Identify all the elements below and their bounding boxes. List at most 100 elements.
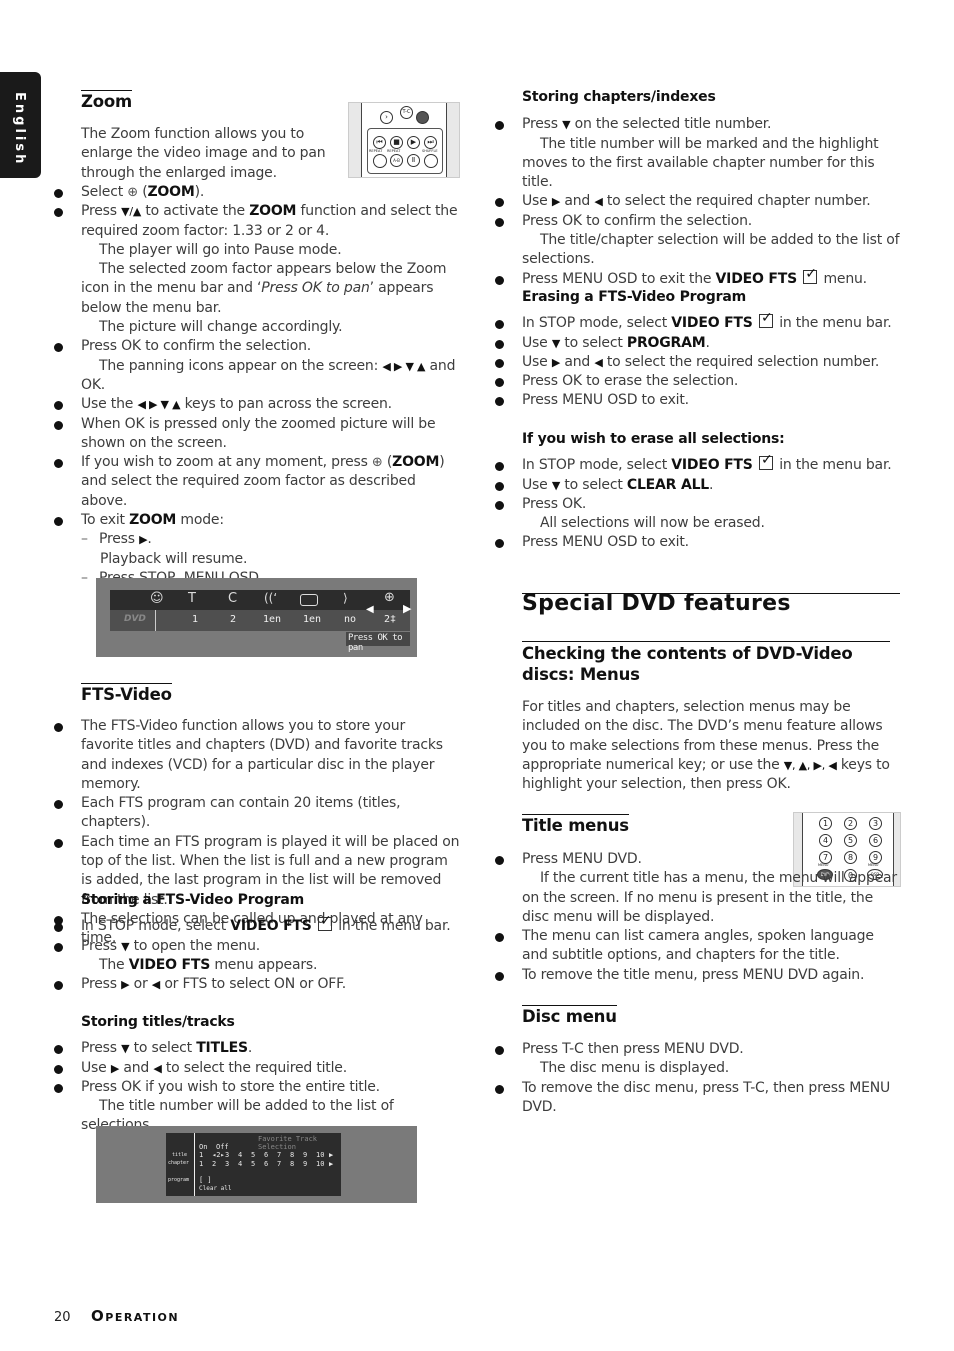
fts-row-label-program: program	[168, 1177, 190, 1183]
storing-chapters-heading: Storing chapters/indexes	[522, 89, 716, 105]
storing-program-section: Storing a FTS-Video Program In STOP mode…	[54, 891, 461, 994]
fts-chapter-number[interactable]: 3	[225, 1160, 229, 1168]
list-item: Press MENU DVD.	[495, 850, 902, 869]
fts-chapter-number[interactable]: 8	[290, 1160, 294, 1168]
list-item: If you wish to zoom at any moment, press…	[54, 453, 461, 511]
skip-icon: ⏭	[424, 136, 437, 149]
osd-value-chapter: 2	[230, 614, 237, 625]
fts-chapter-number[interactable]: 1	[199, 1160, 203, 1168]
list-item: In STOP mode, select VIDEO FTS in the me…	[495, 309, 902, 333]
list-item: The menu can list camera angles, spoken …	[495, 927, 902, 966]
note: The title/chapter selection will be adde…	[522, 232, 900, 268]
tc-button-icon: T-C	[400, 106, 413, 119]
zoom-heading: Zoom	[81, 90, 133, 111]
list-item: Press MENU OSD to exit the VIDEO FTS men…	[495, 265, 902, 289]
fts-chapter-number[interactable]: 4	[238, 1160, 242, 1168]
zoom-steps: Select ⊕ (ZOOM). Press ▼/▲ to activate t…	[54, 183, 461, 589]
fts-section: FTS-Video	[81, 683, 461, 704]
list-item: Use ▶ and ◀ to select the required title…	[54, 1059, 461, 1078]
language-tab: English	[0, 72, 41, 178]
note: The player will go into Pause mode.	[99, 241, 342, 258]
fts-title-number[interactable]: 3	[225, 1151, 229, 1159]
note: The disc menu is displayed.	[540, 1060, 730, 1077]
fts-title-row: 1 ◂2▸ 3 4 5 6 7 8 9 10 ▶	[199, 1151, 339, 1159]
digit-key-4: 4	[819, 834, 832, 847]
osd-hint: Press OK to pan	[348, 633, 403, 653]
storing-chapters-section: Storing chapters/indexes Press ▼ on the …	[495, 88, 902, 289]
fts-title-number[interactable]: 7	[277, 1151, 281, 1159]
section-title: Special DVD features	[522, 591, 791, 616]
list-item: In STOP mode, select VIDEO FTS in the me…	[495, 451, 902, 475]
repeat-label: REPEAT	[369, 149, 383, 153]
audio-icon: ((ʻ	[264, 591, 278, 605]
fts-title-number[interactable]: 6	[264, 1151, 268, 1159]
note: The selected zoom factor appears below t…	[81, 261, 447, 316]
fts-title-number[interactable]: 10	[316, 1151, 324, 1159]
remote-control-illustration: › T-C ⏮ ■ ▶ ⏭ REPEAT REPEAT SHUFFLE A-B …	[348, 102, 460, 178]
disc-menu-list: Press T-C then press MENU DVD. The disc …	[495, 1040, 902, 1118]
list-item: Press MENU OSD to exit.	[495, 391, 902, 410]
fts-chapter-number[interactable]: 7	[277, 1160, 281, 1168]
note: The VIDEO FTS menu appears.	[99, 956, 318, 973]
list-item: Use ▶ and ◀ to select the required chapt…	[495, 192, 902, 211]
fts-chapter-number[interactable]: 9	[303, 1160, 307, 1168]
osd-icon-bar: ☺ T C ((ʻ ⟩ ⊕	[110, 590, 410, 610]
storing-program-heading: Storing a FTS-Video Program	[81, 892, 305, 908]
fts-clear-all-option[interactable]: Clear all	[199, 1185, 232, 1192]
fts-chapter-number[interactable]: 2	[212, 1160, 216, 1168]
fts-title-number[interactable]: 1	[199, 1151, 203, 1159]
fts-title-number[interactable]: 9	[303, 1151, 307, 1159]
checkbox-icon	[758, 309, 773, 329]
fts-on-option[interactable]: On	[199, 1143, 207, 1151]
title-menus-heading: Title menus	[522, 814, 629, 835]
fts-chapter-number[interactable]: 10	[316, 1160, 324, 1168]
stop-icon: ■	[390, 136, 403, 149]
disc-menu-section: Disc menu	[522, 1005, 617, 1026]
note: The panning icons appear on the screen: …	[81, 357, 456, 393]
checkbox-icon	[758, 451, 773, 471]
fts-off-option[interactable]: Off	[216, 1143, 229, 1151]
fts-title-number[interactable]: 5	[251, 1151, 255, 1159]
erasing-heading: Erasing a FTS-Video Program	[522, 289, 746, 305]
chapter-icon: C	[228, 591, 238, 606]
list-item: Press ▼ to select TITLES.	[54, 1039, 461, 1058]
list-item: To remove the disc menu, press T-C, then…	[495, 1079, 902, 1118]
fts-title-number[interactable]: ▶	[329, 1151, 333, 1159]
angle-arrow-icon: ⟩	[343, 591, 348, 605]
erasing-section: Erasing a FTS-Video Program In STOP mode…	[495, 288, 902, 411]
shuffle-icon	[424, 154, 438, 168]
play-icon: ▶	[407, 136, 420, 149]
menus-paragraph: For titles and chapters, selection menus…	[522, 699, 890, 793]
list-item: To remove the title menu, press MENU DVD…	[495, 966, 902, 985]
osd-value-angle: no	[344, 614, 357, 625]
angle-icon: ☺	[150, 591, 164, 606]
checkbox-icon	[803, 265, 818, 284]
subtitle-icon	[300, 594, 318, 606]
zoom-button-icon	[416, 111, 429, 124]
checkbox-icon	[317, 912, 332, 932]
next-icon: ›	[380, 111, 393, 124]
fts-title-number[interactable]: ◂2▸	[212, 1151, 225, 1159]
language-tab-label: English	[12, 92, 27, 167]
pan-left-icon: ◀	[366, 604, 374, 615]
fts-program-value: [ ]	[199, 1176, 212, 1184]
list-item: Press ▼ to open the menu.	[54, 937, 461, 956]
fts-chapter-number[interactable]: 5	[251, 1160, 255, 1168]
osd-value-subtitle: 1en	[303, 614, 322, 625]
digit-key-3: 3	[869, 817, 882, 830]
fts-title-number[interactable]: 4	[238, 1151, 242, 1159]
list-item: Select ⊕ (ZOOM).	[54, 183, 461, 202]
fts-menu-title: Favorite Track Selection	[258, 1135, 318, 1151]
fts-chapter-number[interactable]: ▶	[329, 1160, 333, 1168]
page-number: 20	[54, 1310, 71, 1325]
list-item: Press ▶ or ◀ or FTS to select ON or OFF.	[54, 975, 461, 994]
digit-key-5: 5	[844, 834, 857, 847]
note: The title number will be marked and the …	[522, 135, 879, 191]
list-item: Press ▼ on the selected title number.	[495, 115, 902, 134]
subsection-rule	[522, 641, 890, 642]
list-item: To exit ZOOM mode:	[54, 511, 461, 530]
list-item: Use ▼ to select CLEAR ALL.	[495, 476, 902, 495]
fts-title-number[interactable]: 8	[290, 1151, 294, 1159]
fts-menu-panel: Favorite Track Selection On Off title ch…	[166, 1133, 341, 1196]
fts-chapter-number[interactable]: 6	[264, 1160, 268, 1168]
